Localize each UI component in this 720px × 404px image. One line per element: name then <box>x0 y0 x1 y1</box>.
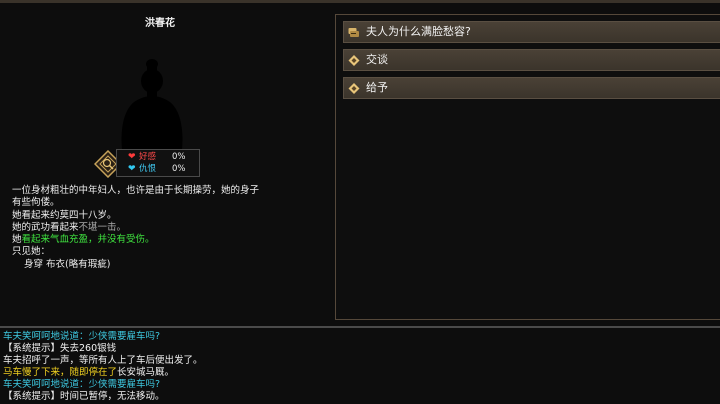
heart-icon: ❤ <box>128 152 136 162</box>
top-border <box>0 0 720 3</box>
wearing-line: 身穿 布衣(略有瑕疵) <box>12 259 312 271</box>
wearing-label: 身穿 <box>24 258 44 270</box>
log-line: 马车慢了下来，随即停在了长安城马厩。 <box>3 367 717 379</box>
health-prefix: 她 <box>12 234 22 246</box>
favor-row: ❤ 好感 0% <box>117 151 199 163</box>
age-line: 她看起来约莫四十八岁。 <box>12 209 117 221</box>
log-line: 车夫笑呵呵地说道：少侠需要雇车吗? <box>3 331 161 342</box>
description-line: 一位身材粗壮的中年妇人，也许是由于长期操劳，她的身子 <box>12 185 260 196</box>
hatred-value: 0% <box>172 164 186 174</box>
character-silhouette <box>121 59 183 150</box>
skill-line: 她的武功看起来不堪一击。 <box>12 222 312 234</box>
option-label: 给予 <box>366 81 388 94</box>
message-log: 车夫笑呵呵地说道：少侠需要雇车吗? 【系统提示】失去260银钱 车夫招呼了一声，… <box>3 331 717 402</box>
chat-icon <box>348 28 359 37</box>
log-line: 车夫招呼了一声，等所有人上了车后便出发了。 <box>3 354 203 366</box>
diamond-icon <box>348 55 360 66</box>
option-ask-worry[interactable]: 夫人为什么满脸愁容? <box>343 21 720 43</box>
skill-value: 不堪一击。 <box>78 221 127 233</box>
skill-prefix: 她的武功看起来 <box>12 221 79 233</box>
favor-label: 好感 <box>139 152 157 162</box>
option-talk[interactable]: 交谈 <box>343 49 720 71</box>
log-location: 长安城马厩。 <box>117 366 175 378</box>
relation-box: ❤ 好感 0% ❤ 仇恨 0% <box>116 149 200 177</box>
wearing-value: 布衣(略有瑕疵) <box>46 258 111 270</box>
favor-value: 0% <box>172 152 186 162</box>
log-text: 马车慢了下来，随即停在了 <box>3 366 118 378</box>
health-value: 看起来气血充盈，并没有受伤。 <box>21 234 155 246</box>
description-line: 有些佝偻。 <box>12 197 60 209</box>
log-line: 【系统提示】失去260银钱 <box>3 342 117 354</box>
heart-icon: ❤ <box>128 164 136 174</box>
log-separator <box>0 326 720 328</box>
option-give[interactable]: 给予 <box>343 77 720 99</box>
character-name: 洪春花 <box>145 18 175 29</box>
hatred-label: 仇恨 <box>139 164 157 174</box>
diamond-icon <box>348 83 360 94</box>
option-label: 夫人为什么满脸愁容? <box>366 25 471 38</box>
hatred-row: ❤ 仇恨 0% <box>117 163 199 175</box>
seen-label: 只见她： <box>12 246 51 258</box>
health-line: 她看起来气血充盈，并没有受伤。 <box>12 234 312 246</box>
option-label: 交谈 <box>366 53 388 66</box>
character-description: 一位身材粗壮的中年妇人，也许是由于长期操劳，她的身子 有些佝偻。 她看起来约莫四… <box>12 185 312 271</box>
log-line: 车夫笑呵呵地说道：少侠需要雇车吗? <box>3 378 161 390</box>
log-line: 【系统提示】时间已暂停，无法移动。 <box>3 390 165 402</box>
